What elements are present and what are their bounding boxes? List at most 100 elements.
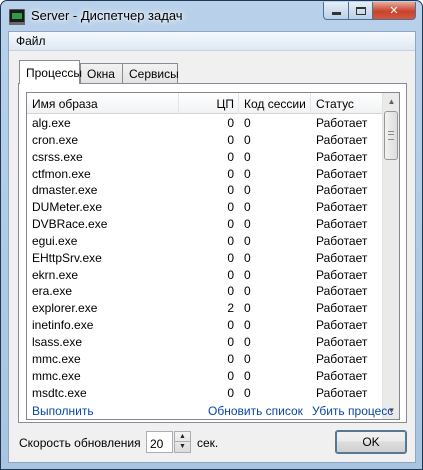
task-manager-window: Server - Диспетчер задач ✕ Файл Процессы… [0, 0, 423, 470]
processes-panel: Имя образа ЦП Код сессии Статус alg.exe 0… [18, 83, 407, 423]
close-button[interactable]: ✕ [372, 2, 416, 20]
spin-up-button[interactable]: ▲ [175, 432, 190, 442]
process-session: 0 [244, 301, 251, 316]
process-session: 0 [244, 250, 251, 265]
process-name: DUMeter.exe [32, 200, 103, 215]
process-status: Работает [316, 250, 368, 265]
tab-windows[interactable]: Окна [80, 63, 123, 83]
process-session: 0 [244, 318, 251, 333]
process-cpu: 0 [227, 318, 234, 333]
process-cpu: 2 [227, 301, 234, 316]
process-session: 0 [244, 334, 251, 349]
process-cpu: 0 [227, 183, 234, 198]
process-cpu: 0 [227, 132, 234, 147]
ok-button[interactable]: OK [335, 430, 407, 454]
tab-processes[interactable]: Процессы [19, 60, 82, 84]
process-name: DVBRace.exe [32, 217, 108, 232]
table-row[interactable]: msdtc.exe 0 0 Работает [27, 384, 382, 401]
table-row[interactable]: ekrn.exe 0 0 Работает [27, 266, 382, 283]
process-cpu: 0 [227, 116, 234, 130]
process-session: 0 [244, 385, 251, 400]
table-row[interactable]: cron.exe 0 0 Работает [27, 131, 382, 148]
process-session: 0 [244, 132, 251, 147]
kill-process-link[interactable]: Убить процесс [312, 404, 393, 418]
client-area: Файл Процессы Окна Сервисы Имя образа ЦП… [8, 31, 416, 463]
process-cpu: 0 [227, 385, 234, 400]
process-name: egui.exe [32, 233, 78, 248]
column-header-status[interactable]: Статус [311, 93, 382, 114]
table-row[interactable]: DUMeter.exe 0 0 Работает [27, 198, 382, 215]
scroll-up-icon: ▲ [387, 97, 396, 106]
process-status: Работает [316, 132, 368, 147]
refresh-list-link[interactable]: Обновить список [208, 404, 303, 418]
table-row[interactable]: explorer.exe 2 0 Работает [27, 299, 382, 316]
process-status: Работает [316, 200, 368, 215]
process-name: dmaster.exe [32, 183, 98, 198]
refresh-speed-spinner[interactable]: ▲ ▼ [174, 431, 191, 453]
process-cpu: 0 [227, 368, 234, 383]
process-session: 0 [244, 351, 251, 366]
process-name: mmc.exe [32, 368, 81, 383]
process-name: mmc.exe [32, 351, 81, 366]
process-status: Работает [316, 183, 368, 198]
process-status: Работает [316, 267, 368, 282]
process-session: 0 [244, 116, 251, 130]
menu-file[interactable]: Файл [16, 34, 46, 48]
table-row[interactable]: era.exe 0 0 Работает [27, 282, 382, 299]
scroll-up-button[interactable]: ▲ [383, 93, 399, 110]
table-row[interactable]: lsass.exe 0 0 Работает [27, 333, 382, 350]
table-row[interactable]: csrss.exe 0 0 Работает [27, 148, 382, 165]
spin-down-button[interactable]: ▼ [175, 442, 190, 452]
process-name: cron.exe [32, 132, 79, 147]
process-session: 0 [244, 217, 251, 232]
table-row[interactable]: EHttpSrv.exe 0 0 Работает [27, 249, 382, 266]
process-name: lsass.exe [32, 334, 83, 349]
process-session: 0 [244, 233, 251, 248]
process-status: Работает [316, 217, 368, 232]
process-name: era.exe [32, 284, 73, 299]
minimize-button[interactable] [323, 2, 349, 20]
table-row[interactable]: DVBRace.exe 0 0 Работает [27, 215, 382, 232]
process-cpu: 0 [227, 149, 234, 164]
seconds-unit-label: сек. [197, 436, 219, 450]
process-status: Работает [316, 284, 368, 299]
process-name: alg.exe [32, 116, 71, 130]
table-row[interactable]: egui.exe 0 0 Работает [27, 232, 382, 249]
table-row[interactable]: mmc.exe 0 0 Работает [27, 350, 382, 367]
scrollbar-thumb[interactable] [384, 111, 398, 160]
table-row[interactable]: ctfmon.exe 0 0 Работает [27, 165, 382, 182]
column-header-cpu[interactable]: ЦП [179, 93, 239, 114]
process-status: Работает [316, 166, 368, 181]
title-bar[interactable]: Server - Диспетчер задач ✕ [1, 1, 422, 31]
refresh-speed-input[interactable] [146, 431, 173, 453]
table-row[interactable]: dmaster.exe 0 0 Работает [27, 181, 382, 198]
process-name: msdtc.exe [32, 385, 87, 400]
process-cpu: 0 [227, 233, 234, 248]
table-row[interactable]: alg.exe 0 0 Работает [27, 114, 382, 131]
process-session: 0 [244, 183, 251, 198]
process-session: 0 [244, 284, 251, 299]
column-header-name[interactable]: Имя образа [27, 93, 179, 114]
tab-services[interactable]: Сервисы [122, 63, 179, 83]
process-cpu: 0 [227, 250, 234, 265]
app-icon [9, 9, 25, 25]
table-row[interactable]: inetinfo.exe 0 0 Работает [27, 316, 382, 333]
process-session: 0 [244, 166, 251, 181]
list-header: Имя образа ЦП Код сессии Статус [27, 93, 382, 114]
run-link[interactable]: Выполнить [32, 404, 94, 418]
process-list[interactable]: Имя образа ЦП Код сессии Статус alg.exe 0… [26, 92, 400, 420]
column-header-session[interactable]: Код сессии [239, 93, 311, 114]
process-status: Работает [316, 351, 368, 366]
process-status: Работает [316, 116, 368, 130]
process-status: Работает [316, 149, 368, 164]
process-cpu: 0 [227, 351, 234, 366]
process-session: 0 [244, 200, 251, 215]
menu-bar: Файл [9, 32, 415, 51]
table-row[interactable]: mmc.exe 0 0 Работает [27, 367, 382, 384]
process-status: Работает [316, 368, 368, 383]
process-name: csrss.exe [32, 149, 83, 164]
maximize-button[interactable] [348, 2, 373, 20]
window-title: Server - Диспетчер задач [31, 8, 183, 23]
vertical-scrollbar[interactable]: ▲ ▼ [382, 93, 399, 419]
process-session: 0 [244, 149, 251, 164]
